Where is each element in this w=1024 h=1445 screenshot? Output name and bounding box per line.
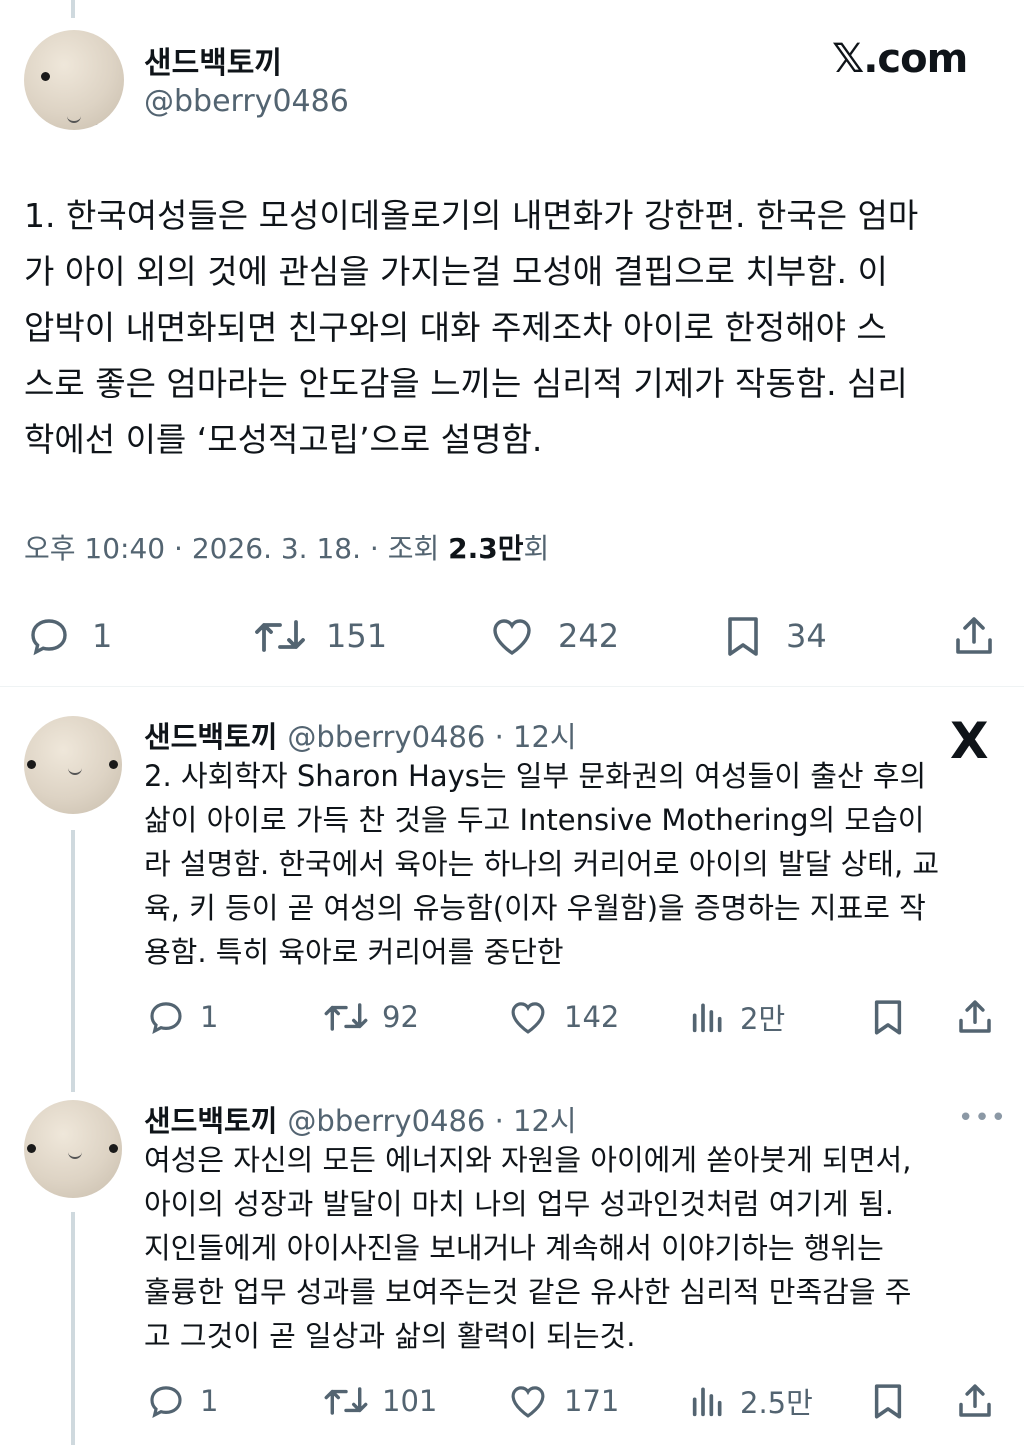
thread-line-bottom [71,1212,75,1445]
reply-header: 샌드백토끼 @bberry0486 · 12시 [144,714,577,756]
repost-button[interactable]: 101 [322,1380,437,1422]
reply-header: 샌드백토끼 @bberry0486 · 12시 [144,1098,577,1140]
author-name[interactable]: 샌드백토끼 [144,38,282,82]
reply-count: 1 [200,1384,219,1418]
repost-button[interactable]: 151 [252,612,387,660]
tweet-line: 여성은 자신의 모든 에너지와 자원을 아이에게 쏟아붓게 되면서, [144,1143,912,1177]
reply-icon [150,1002,182,1035]
avatar-mouth [67,114,81,123]
bookmark-count: 34 [786,617,827,655]
thread-line-top [71,0,75,18]
tweet-line: 고 그것이 곧 일상과 삶의 활력이 되는것. [144,1319,636,1353]
bookmark-icon [874,1000,902,1035]
avatar[interactable] [24,30,124,130]
avatar-eye [27,1144,36,1153]
tweet-line: 압박이 내면화되면 친구와의 대화 주제조차 아이로 한정해야 스 [24,308,887,347]
views-button[interactable]: 2.5만 [688,1380,813,1422]
timestamp[interactable]: 오후 10:40 · 2026. 3. 18. · 조회 [24,532,448,565]
view-count: 2.3만 [448,532,524,565]
tweet-line: 라 설명함. 한국에서 육아는 하나의 커리어로 아이의 발달 상태, 교 [144,847,940,881]
tweet-text: 1. 한국여성들은 모성이데올로기의 내면화가 강한편. 한국은 엄마 가 아이… [24,188,1009,468]
like-count: 242 [558,617,620,655]
tweet-line: 가 아이 외의 것에 관심을 가지는걸 모성애 결핍으로 치부함. 이 [24,252,888,291]
share-icon [959,1000,991,1033]
bookmark-icon [874,1384,902,1419]
like-button[interactable]: 171 [504,1380,619,1422]
like-button[interactable]: 142 [504,996,619,1038]
views-button[interactable]: 2만 [688,996,785,1038]
avatar-eye [109,760,118,769]
author-handle[interactable]: @bberry0486 · 12시 [287,720,576,754]
more-options-icon[interactable]: ••• [958,1103,1007,1133]
reply-icon [150,1386,182,1419]
tweet-line: 훌륭한 업무 성과를 보여주는것 같은 유사한 심리적 만족감을 주 [144,1275,912,1309]
divider [0,686,1024,687]
avatar-eye [27,760,36,769]
author-name[interactable]: 샌드백토끼 [144,720,277,754]
repost-count: 151 [326,617,388,655]
author-name[interactable]: 샌드백토끼 [144,1104,277,1138]
share-icon [959,1384,991,1417]
view-count: 2.5만 [740,1386,813,1420]
like-button[interactable]: 242 [484,612,619,660]
views-icon [692,1387,722,1417]
tweet-line: 스로 좋은 엄마라는 안도감을 느끼는 심리적 기제가 작동함. 심리 [24,364,908,403]
tweet-line: 학에선 이를 ‘모성적고립’으로 설명함. [24,420,543,459]
reply-button[interactable]: 1 [24,612,112,660]
author-handle[interactable]: @bberry0486 [144,84,349,119]
share-button[interactable] [954,996,996,1038]
tweet-line: 아이의 성장과 발달이 마치 나의 업무 성과인것처럼 여기게 됨. [144,1187,894,1221]
avatar-eye [41,72,50,81]
repost-icon [324,1387,368,1415]
heart-icon [493,619,531,656]
views-icon [692,1003,722,1033]
repost-icon [324,1003,368,1031]
bookmark-button[interactable] [866,996,910,1038]
tweet-line: 1. 한국여성들은 모성이데올로기의 내면화가 강한편. 한국은 엄마 [24,196,919,235]
bookmark-button[interactable]: 34 [718,612,827,660]
tweet-text: 여성은 자신의 모든 에너지와 자원을 아이에게 쏟아붓게 되면서, 아이의 성… [144,1138,1004,1358]
reply-count: 1 [200,1000,219,1034]
tweet-line: 삶이 아이로 가득 찬 것을 두고 Intensive Mothering의 모… [144,803,925,837]
like-count: 171 [564,1384,620,1418]
avatar-eye [109,1144,118,1153]
thread-line-middle [71,830,75,1092]
tweet-line: 지인들에게 아이사진을 보내거나 계속해서 이야기하는 행위는 [144,1231,884,1265]
reply-button[interactable]: 1 [144,1380,218,1422]
tweet-line: 육, 키 등이 곧 여성의 유능함(이자 우월함)을 증명하는 지표로 작 [144,891,926,925]
repost-count: 92 [382,1000,419,1034]
heart-icon [511,1002,545,1034]
x-logo: 𝕏.com [832,36,968,82]
view-suffix: 회 [523,532,550,565]
tweet-line: 2. 사회학자 Sharon Hays는 일부 문화권의 여성들이 출산 후의 [144,759,927,793]
author-handle[interactable]: @bberry0486 · 12시 [287,1104,576,1138]
avatar-mouth [68,1150,82,1159]
share-icon [956,617,992,654]
repost-button[interactable]: 92 [322,996,419,1038]
tweet-text: 2. 사회학자 Sharon Hays는 일부 문화권의 여성들이 출산 후의 … [144,754,1004,974]
reply-button[interactable]: 1 [144,996,218,1038]
repost-icon [255,620,305,652]
reply-icon [31,619,67,656]
avatar-mouth [68,766,82,775]
reply-count: 1 [92,617,113,655]
tweet-line: 용함. 특히 육아로 커리어를 중단한 [144,935,564,969]
avatar[interactable] [24,716,122,814]
tweet-meta: 오후 10:40 · 2026. 3. 18. · 조회 2.3만회 [24,527,549,567]
view-count: 2만 [740,1002,786,1036]
share-button[interactable] [954,1380,996,1422]
bookmark-button[interactable] [866,1380,910,1422]
bookmark-icon [728,617,758,656]
avatar-eye [94,124,103,130]
repost-count: 101 [382,1384,438,1418]
avatar[interactable] [24,1100,122,1198]
share-button[interactable] [950,612,998,660]
like-count: 142 [564,1000,620,1034]
heart-icon [511,1386,545,1418]
